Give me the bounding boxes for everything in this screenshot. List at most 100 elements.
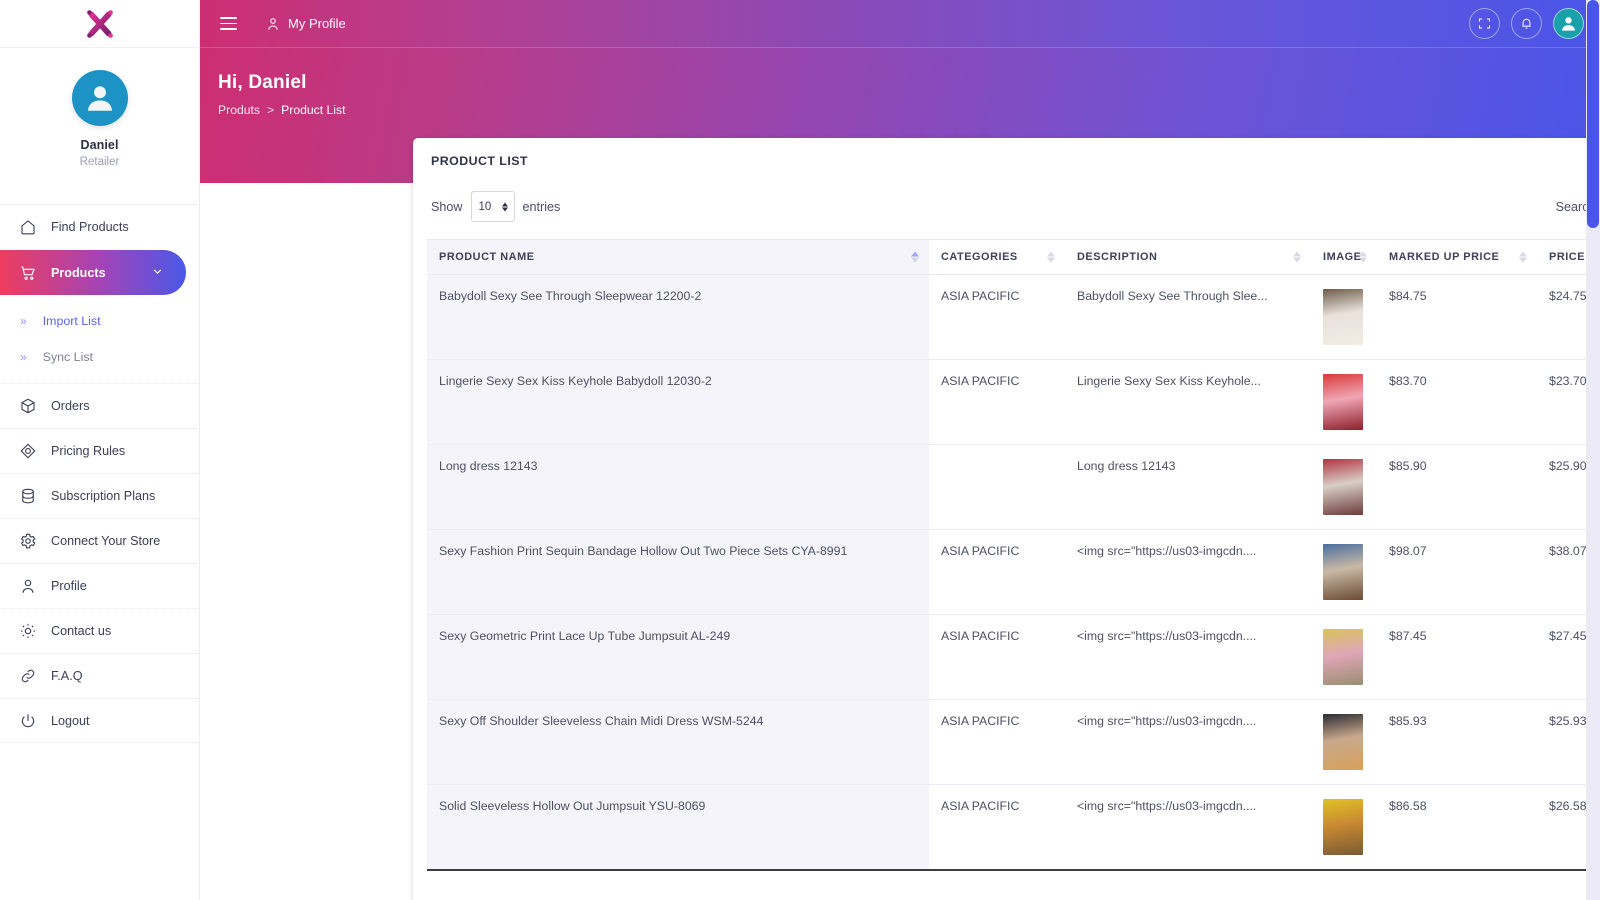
sidebar-user-block: Daniel Retailer [0,48,199,188]
sidebar-item-label: Contact us [51,624,112,638]
topbar-actions [1469,8,1584,39]
sort-icon [1359,251,1367,263]
table-head: PRODUCT NAME CATEGORIES DESCRIPTION IMAG… [427,239,1600,275]
cell-category: ASIA PACIFIC [929,274,1065,360]
product-thumbnail[interactable] [1323,289,1363,345]
topbar: My Profile [200,0,1600,48]
sidebar-item-label: F.A.Q [51,669,83,683]
user-avatar-button[interactable] [1553,8,1584,39]
page-title: Hi, Daniel [218,72,307,93]
product-thumbnail[interactable] [1323,714,1363,770]
sidebar-item-logout[interactable]: Logout [0,698,199,743]
cell-category: ASIA PACIFIC [929,359,1065,445]
cell-marked-up-price: $87.45 [1377,614,1537,700]
sidebar-item-faq[interactable]: F.A.Q [0,653,199,698]
sidebar-item-label: Subscription Plans [51,489,156,503]
cell-description: Babydoll Sexy See Through Slee... [1065,274,1311,360]
sidebar-submenu-products: » Import List » Sync List [0,295,199,383]
cell-category [929,444,1065,530]
column-header-description[interactable]: DESCRIPTION [1065,239,1311,275]
sidebar-item-label: Orders [51,399,90,413]
column-header-image[interactable]: IMAGE [1311,239,1377,275]
chevron-updown-icon [501,202,508,211]
sidebar-item-label: Connect Your Store [51,534,161,548]
column-header-product-name[interactable]: PRODUCT NAME [427,239,929,275]
avatar[interactable] [71,70,128,126]
cell-product-name: Long dress 12143 [427,444,929,530]
sidebar-item-subscription-plans[interactable]: Subscription Plans [0,473,199,518]
product-thumbnail[interactable] [1323,374,1363,430]
home-icon [18,218,37,237]
sidebar-item-sync-list[interactable]: » Sync List [0,339,199,375]
table-footer: Showing 1 to 7 of 7 entries Previous 1 N… [413,871,1600,900]
product-thumbnail[interactable] [1323,629,1363,685]
sidebar: Daniel Retailer Find Products Products »… [0,0,200,900]
sort-icon [1047,251,1055,263]
sidebar-nav: Find Products Products » Import List » S… [0,204,199,743]
cell-description: Lingerie Sexy Sex Kiss Keyhole... [1065,359,1311,445]
sidebar-user-name: Daniel [80,138,119,152]
tag-icon [18,442,37,461]
sidebar-item-label: Profile [51,579,87,593]
entries-label: entries [522,199,561,214]
my-profile-label: My Profile [288,16,346,31]
sidebar-item-label: Pricing Rules [51,444,126,458]
brand-logo[interactable] [0,0,199,48]
column-header-categories[interactable]: CATEGORIES [929,239,1065,275]
page-size-value: 10 [478,200,492,213]
notifications-button[interactable] [1511,8,1542,39]
x-logo-icon [86,9,113,38]
cell-image [1311,699,1377,785]
cell-description: <img src="https://us03-imgcdn.... [1065,699,1311,785]
column-label: IMAGE [1323,251,1362,263]
sidebar-item-label: Products [51,266,106,280]
cell-marked-up-price: $98.07 [1377,529,1537,615]
cell-image [1311,274,1377,360]
column-label: DESCRIPTION [1077,251,1158,263]
sidebar-item-contact-us[interactable]: Contact us [0,608,199,653]
fullscreen-button[interactable] [1469,8,1500,39]
double-chevron-icon: » [20,314,27,328]
cell-marked-up-price: $83.70 [1377,359,1537,445]
hamburger-icon[interactable] [218,13,239,33]
sidebar-item-import-list[interactable]: » Import List [0,303,199,339]
table-row: Long dress 12143 Long dress 12143 $85.90 $2… [427,444,1600,530]
sort-icon [1519,251,1527,263]
cell-marked-up-price: $85.93 [1377,699,1537,785]
breadcrumb-separator: > [267,103,275,117]
sidebar-item-connect-your-store[interactable]: Connect Your Store [0,518,199,563]
page-scrollbar[interactable] [1586,0,1600,900]
product-thumbnail[interactable] [1323,459,1363,515]
breadcrumb-root[interactable]: Produts [218,103,260,117]
sidebar-item-orders[interactable]: Orders [0,383,199,428]
table-row: Sexy Geometric Print Lace Up Tube Jumpsu… [427,614,1600,700]
sidebar-item-find-products[interactable]: Find Products [0,204,199,249]
column-label: CATEGORIES [941,251,1018,263]
cell-marked-up-price: $84.75 [1377,274,1537,360]
link-icon [18,667,37,686]
user-icon [18,577,37,596]
bell-icon [1522,18,1531,29]
app-root: Daniel Retailer Find Products Products »… [0,0,1600,900]
sidebar-item-profile[interactable]: Profile [0,563,199,608]
cell-product-name: Solid Sleeveless Hollow Out Jumpsuit YSU… [427,784,929,871]
product-thumbnail[interactable] [1323,799,1363,855]
cell-description: <img src="https://us03-imgcdn.... [1065,614,1311,700]
sidebar-item-pricing-rules[interactable]: Pricing Rules [0,428,199,473]
column-header-marked-up-price[interactable]: MARKED UP PRICE [1377,239,1537,275]
product-thumbnail[interactable] [1323,544,1363,600]
database-icon [18,487,37,506]
sort-ascending-icon [911,251,919,263]
cell-image [1311,359,1377,445]
my-profile-button[interactable]: My Profile [265,16,346,32]
cell-category: ASIA PACIFIC [929,529,1065,615]
main-content: My Profile Hi, Daniel Produts > Product … [200,0,1600,900]
chevron-down-icon [151,265,164,281]
sidebar-item-products[interactable]: Products [0,250,186,295]
scrollbar-thumb[interactable] [1587,0,1599,228]
table-row: Sexy Off Shoulder Sleeveless Chain Midi … [427,699,1600,785]
page-size-select[interactable]: 10 [470,191,515,222]
cell-description: <img src="https://us03-imgcdn.... [1065,784,1311,871]
entries-control: Show 10 entries [431,191,560,222]
fullscreen-icon [1479,18,1490,29]
